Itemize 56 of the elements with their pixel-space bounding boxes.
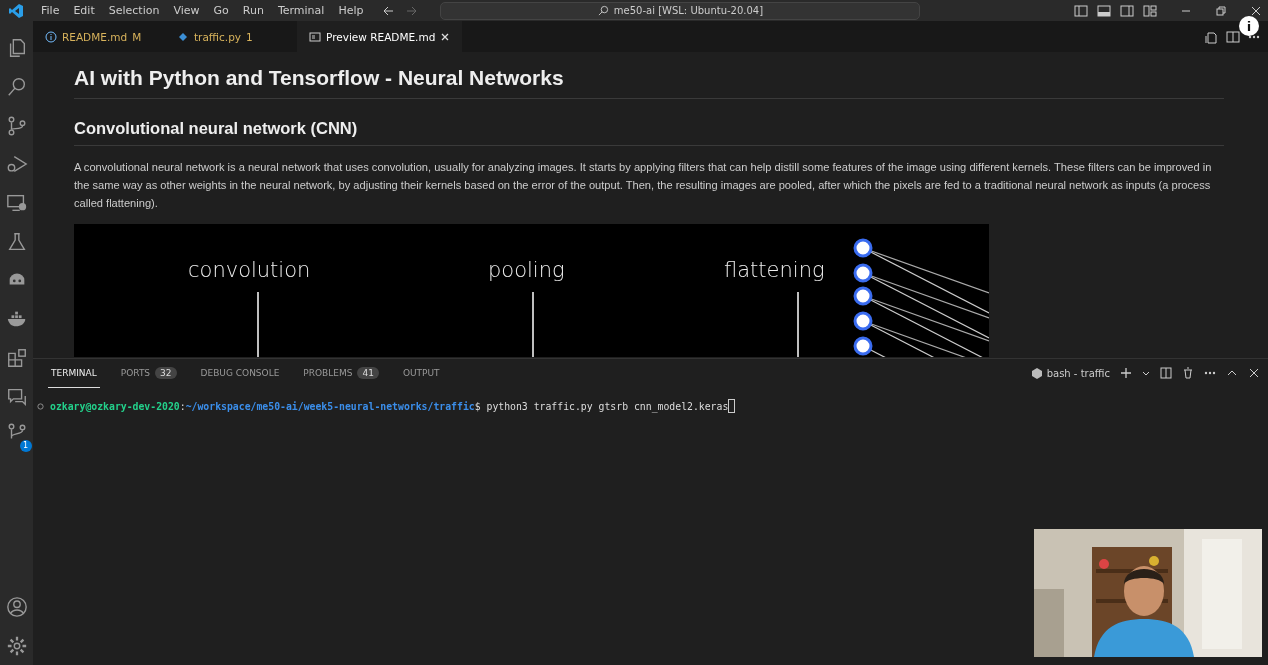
plus-icon[interactable] (1120, 367, 1132, 379)
preview-icon (309, 30, 321, 43)
split-terminal-icon[interactable] (1160, 367, 1172, 379)
app-logo-icon (8, 2, 24, 19)
account-icon[interactable] (5, 595, 28, 618)
diagram-label: pooling (488, 258, 565, 282)
open-source-icon[interactable] (1204, 29, 1218, 44)
info-icon (45, 30, 57, 43)
close-icon[interactable] (1250, 4, 1262, 17)
panel-tab[interactable]: DEBUG CONSOLE (197, 358, 283, 388)
diagram-label: convolution (188, 258, 311, 282)
terminal-line: ozkary@ozkary-dev-2020:~/workspace/me50-ai/week5-neural-networks/traffic$ python3 traffic.py gtsrb cnn_model2.keras (50, 400, 729, 412)
paragraph: A convolutional neural network is a neural network that uses convolution, usually for analyzing images. It starts by applying filters that can help distill some features of the image using different kernels. These filters can be improved in the same way as other weights in the neural network, by adjusting their kernels based on the error of the output. Then, the resulting images are pooled, after which the pixels are fed to a traditional neural network as inputs (a process called flattening). (74, 160, 1213, 211)
diagram-label: flattening (724, 258, 825, 282)
sidebar-toggle-icon[interactable] (1074, 3, 1088, 18)
menu-item[interactable]: Help (331, 4, 371, 17)
layout-icon[interactable] (1143, 3, 1157, 18)
search-icon (597, 5, 609, 16)
panel-tab[interactable]: TERMINAL (48, 358, 100, 388)
panel-tab[interactable]: OUTPUT (399, 358, 443, 388)
info-icon[interactable] (1239, 16, 1259, 36)
menu-item[interactable]: File (34, 4, 67, 17)
diamond-icon (177, 30, 189, 43)
settings-icon[interactable] (5, 634, 28, 657)
back-arrow-icon[interactable] (382, 4, 395, 17)
menu-item[interactable]: View (166, 4, 207, 17)
split-editor-icon[interactable] (1226, 29, 1240, 44)
terminal-icon (1030, 367, 1043, 379)
menu-item[interactable]: Terminal (270, 4, 332, 17)
close-panel-icon[interactable] (1248, 367, 1260, 379)
extensions-icon[interactable] (5, 346, 28, 369)
panel-tab[interactable]: PORTS 32 (117, 358, 180, 388)
command-status-icon (37, 402, 44, 410)
panel-toggle-icon[interactable] (1097, 3, 1111, 18)
editor-tab[interactable]: Preview README.md (297, 21, 463, 52)
close-icon[interactable] (440, 31, 451, 42)
restore-icon[interactable] (1215, 4, 1227, 17)
menu-item[interactable]: Edit (66, 4, 102, 17)
leader-line (257, 291, 259, 357)
terminal-selector[interactable]: bash - traffic (1030, 367, 1110, 379)
command-center[interactable]: me50-ai [WSL: Ubuntu-20.04] (440, 1, 921, 20)
menu-item[interactable]: Run (235, 4, 271, 17)
forward-arrow-icon[interactable] (406, 4, 419, 17)
trash-icon[interactable] (1182, 367, 1194, 379)
leader-line (532, 291, 534, 357)
notification-badge: 1 (19, 440, 32, 453)
menu-item[interactable]: Selection (101, 4, 167, 17)
menu-item[interactable]: Go (206, 4, 236, 17)
panel-tab[interactable]: PROBLEMS 41 (300, 358, 382, 388)
caret-icon[interactable] (1142, 369, 1150, 377)
more-actions-icon[interactable] (1204, 371, 1216, 375)
document-title: AI with Python and Tensorflow - Neural Networks (74, 66, 1224, 99)
text-cursor (728, 399, 736, 413)
secondary-sidebar-icon[interactable] (1120, 3, 1134, 18)
leader-line (797, 291, 799, 357)
section-heading: Convolutional neural network (CNN) (74, 119, 1224, 146)
